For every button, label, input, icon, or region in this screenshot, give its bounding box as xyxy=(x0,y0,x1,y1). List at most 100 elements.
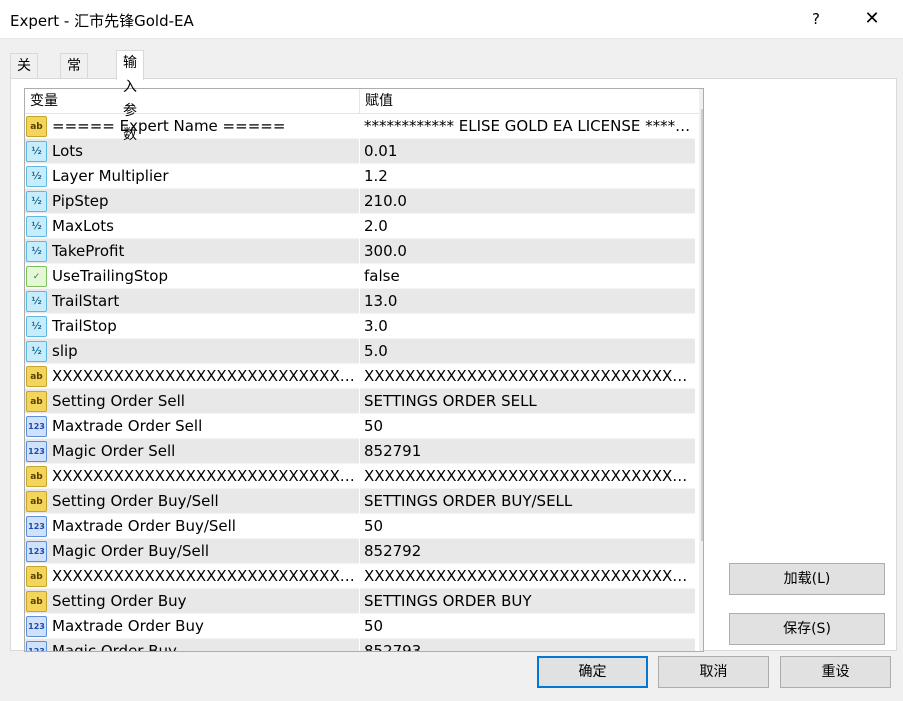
table-row[interactable]: ✓ UseTrailingStop false xyxy=(25,264,695,289)
parameter-name: Setting Order Buy xyxy=(52,592,187,610)
vertical-scrollbar[interactable]: ▲ ▼ xyxy=(699,89,703,651)
row-icon-cell: ½ xyxy=(26,191,47,212)
table-row[interactable]: ab XXXXXXXXXXXXXXXXXXXXXXXXXXXXXXXX... XXX… xyxy=(25,364,695,389)
row-icon-cell: ½ xyxy=(26,166,47,187)
column-header-variable[interactable]: 变量 xyxy=(30,89,360,114)
parameter-value[interactable]: 50 xyxy=(364,514,691,539)
parameter-value[interactable]: SETTINGS ORDER BUY/SELL xyxy=(364,489,691,514)
double-type-icon: ½ xyxy=(26,291,47,312)
parameter-value[interactable]: 0.01 xyxy=(364,139,691,164)
table-row[interactable]: ab Setting Order Buy SETTINGS ORDER BUY xyxy=(25,589,695,614)
row-icon-cell: ½ xyxy=(26,141,47,162)
parameter-name: TakeProfit xyxy=(52,242,125,260)
table-row[interactable]: ½ Layer Multiplier 1.2 xyxy=(25,164,695,189)
row-icon-cell: ab xyxy=(26,591,47,612)
parameters-grid: 变量 赋值 ab ===== Expert Name ===== *********… xyxy=(24,88,704,652)
table-row[interactable]: 123 Maxtrade Order Buy/Sell 50 xyxy=(25,514,695,539)
table-row[interactable]: 123 Maxtrade Order Buy 50 xyxy=(25,614,695,639)
parameter-name: XXXXXXXXXXXXXXXXXXXXXXXXXXXXXXXX... xyxy=(52,367,357,385)
row-icon-cell: ✓ xyxy=(26,266,47,287)
table-row[interactable]: ab Setting Order Sell SETTINGS ORDER SELL xyxy=(25,389,695,414)
string-type-icon: ab xyxy=(26,591,47,612)
table-row[interactable]: 123 Magic Order Buy/Sell 852792 xyxy=(25,539,695,564)
parameter-value[interactable]: 852792 xyxy=(364,539,691,564)
scroll-down-arrow-icon[interactable]: ▼ xyxy=(699,634,703,651)
tab-inputs[interactable]: 输入参数 xyxy=(116,50,144,143)
table-row[interactable]: 123 Magic Order Buy 852793 xyxy=(25,639,695,652)
parameter-value[interactable]: 50 xyxy=(364,414,691,439)
cell-divider xyxy=(359,539,360,564)
double-type-icon: ½ xyxy=(26,316,47,337)
table-row[interactable]: ½ TakeProfit 300.0 xyxy=(25,239,695,264)
table-row[interactable]: ½ TrailStop 3.0 xyxy=(25,314,695,339)
ok-button[interactable]: 确定 xyxy=(537,656,648,688)
parameter-value[interactable]: ************ ELISE GOLD EA LICENSE *****… xyxy=(364,114,691,139)
parameter-value[interactable]: XXXXXXXXXXXXXXXXXXXXXXXXXXXXXXXXXX xyxy=(364,564,691,589)
parameter-value[interactable]: 13.0 xyxy=(364,289,691,314)
parameter-name: PipStep xyxy=(52,192,109,210)
parameter-value[interactable]: SETTINGS ORDER SELL xyxy=(364,389,691,414)
help-button[interactable]: ? xyxy=(796,0,836,38)
parameter-value[interactable]: 5.0 xyxy=(364,339,691,364)
tab-about[interactable]: 关于 xyxy=(10,53,38,98)
parameter-value[interactable]: XXXXXXXXXXXXXXXXXXXXXXXXXXXXXXXXXX xyxy=(364,464,691,489)
save-button[interactable]: 保存(S) xyxy=(729,613,885,645)
scroll-up-arrow-icon[interactable]: ▲ xyxy=(699,89,703,106)
cell-divider xyxy=(359,289,360,314)
parameter-value[interactable]: XXXXXXXXXXXXXXXXXXXXXXXXXXXXXXXXXX xyxy=(364,364,691,389)
parameter-value[interactable]: 50 xyxy=(364,614,691,639)
row-icon-cell: ½ xyxy=(26,216,47,237)
reset-button[interactable]: 重设 xyxy=(780,656,891,688)
scroll-thumb[interactable] xyxy=(701,109,703,541)
cell-divider xyxy=(359,589,360,614)
table-row[interactable]: ½ TrailStart 13.0 xyxy=(25,289,695,314)
cell-divider xyxy=(359,639,360,651)
table-row[interactable]: 123 Magic Order Sell 852791 xyxy=(25,439,695,464)
row-icon-cell: ab xyxy=(26,116,47,137)
parameter-name: Setting Order Buy/Sell xyxy=(52,492,219,510)
parameter-name: Maxtrade Order Sell xyxy=(52,417,203,435)
row-icon-cell: ab xyxy=(26,491,47,512)
integer-type-icon: 123 xyxy=(26,441,47,462)
row-icon-cell: ab xyxy=(26,391,47,412)
parameter-name: Layer Multiplier xyxy=(52,167,169,185)
row-icon-cell: ab xyxy=(26,366,47,387)
cancel-button[interactable]: 取消 xyxy=(658,656,769,688)
parameter-value[interactable]: false xyxy=(364,264,691,289)
parameter-value[interactable]: 1.2 xyxy=(364,164,691,189)
parameter-value[interactable]: 852793 xyxy=(364,639,691,651)
parameter-name: MaxLots xyxy=(52,217,114,235)
parameter-name: Magic Order Buy xyxy=(52,642,177,652)
load-button[interactable]: 加载(L) xyxy=(729,563,885,595)
table-row[interactable]: ½ PipStep 210.0 xyxy=(25,189,695,214)
string-type-icon: ab xyxy=(26,491,47,512)
column-divider[interactable] xyxy=(359,89,360,114)
parameter-name: Maxtrade Order Buy/Sell xyxy=(52,517,236,535)
row-icon-cell: 123 xyxy=(26,441,47,462)
table-row[interactable]: ab Setting Order Buy/Sell SETTINGS ORDER B… xyxy=(25,489,695,514)
column-header-value[interactable]: 赋值 xyxy=(365,89,695,114)
table-row[interactable]: ½ slip 5.0 xyxy=(25,339,695,364)
table-row[interactable]: ½ MaxLots 2.0 xyxy=(25,214,695,239)
cell-divider xyxy=(359,389,360,414)
row-icon-cell: ab xyxy=(26,466,47,487)
cell-divider xyxy=(359,489,360,514)
cell-divider xyxy=(359,614,360,639)
parameter-name: Magic Order Sell xyxy=(52,442,176,460)
tab-common[interactable]: 常用 xyxy=(60,53,88,98)
table-row[interactable]: ab XXXXXXXXXXXXXXXXXXXXXXXXXXXXXXXX... XXX… xyxy=(25,564,695,589)
parameter-value[interactable]: SETTINGS ORDER BUY xyxy=(364,589,691,614)
close-button[interactable]: ✕ xyxy=(850,0,894,38)
parameter-name: slip xyxy=(52,342,78,360)
parameter-value[interactable]: 210.0 xyxy=(364,189,691,214)
cell-divider xyxy=(359,314,360,339)
table-row[interactable]: 123 Maxtrade Order Sell 50 xyxy=(25,414,695,439)
parameter-value[interactable]: 852791 xyxy=(364,439,691,464)
cell-divider xyxy=(359,364,360,389)
parameter-name: Maxtrade Order Buy xyxy=(52,617,204,635)
table-row[interactable]: ab XXXXXXXXXXXXXXXXXXXXXXXXXXXXXXXX... XXX… xyxy=(25,464,695,489)
parameter-value[interactable]: 3.0 xyxy=(364,314,691,339)
parameter-value[interactable]: 300.0 xyxy=(364,239,691,264)
parameter-name: Setting Order Sell xyxy=(52,392,185,410)
parameter-value[interactable]: 2.0 xyxy=(364,214,691,239)
